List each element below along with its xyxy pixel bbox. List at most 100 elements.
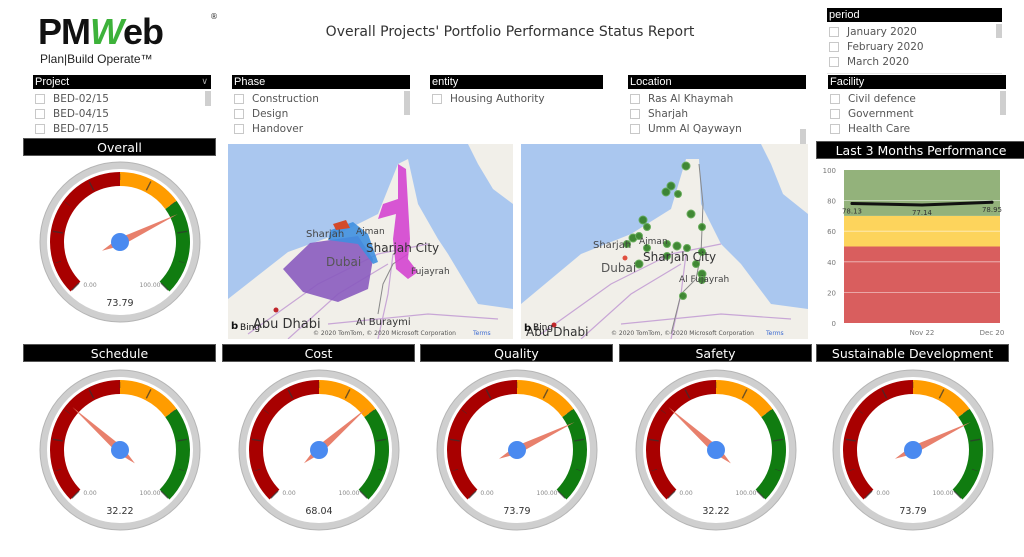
- project-marker[interactable]: [643, 223, 651, 231]
- slicer-item[interactable]: Health Care: [828, 121, 1006, 136]
- slicer-item[interactable]: Sharjah: [628, 106, 806, 121]
- project-marker[interactable]: [679, 292, 687, 300]
- slicer-item[interactable]: BED-02/15: [33, 91, 211, 106]
- scrollbar[interactable]: [404, 91, 410, 115]
- project-marker[interactable]: [661, 187, 671, 197]
- checkbox-icon[interactable]: [830, 123, 840, 134]
- slicer-item[interactable]: Handover: [232, 121, 410, 136]
- sustainable-header: Sustainable Development: [816, 344, 1009, 362]
- map-terms-link[interactable]: Terms: [765, 330, 784, 337]
- slicer-item[interactable]: February 2020: [827, 39, 1002, 54]
- scrollbar[interactable]: [205, 91, 211, 106]
- slicer-list: Housing Authority: [430, 89, 603, 106]
- slicer-item[interactable]: Housing Authority: [430, 91, 603, 106]
- checkbox-icon[interactable]: [35, 93, 45, 104]
- checkbox-icon[interactable]: [234, 123, 244, 134]
- checkbox-icon[interactable]: [630, 93, 640, 104]
- slicer-project: Project ∨ BED-02/15 BED-04/15 BED-07/15: [33, 75, 211, 136]
- performance-header: Last 3 Months Performance: [816, 141, 1024, 159]
- gauge-min-label: 0.00: [83, 282, 97, 289]
- gauge-value: 32.22: [106, 506, 133, 517]
- slicer-item-label: Sharjah: [648, 107, 689, 120]
- slicer-item[interactable]: Ras Al Khaymah: [628, 91, 806, 106]
- performance-chart: 0 20 40 60 80 100 Nov 22 Dec 20 78.13 77.14 78.95: [815, 160, 1024, 340]
- checkbox-icon[interactable]: [829, 26, 839, 37]
- bing-logo-icon: b: [524, 323, 531, 334]
- map-label: Sharjah City: [643, 250, 716, 264]
- scrollbar[interactable]: [1000, 91, 1006, 115]
- slicer-item[interactable]: Civil defence: [828, 91, 1006, 106]
- project-marker[interactable]: [634, 259, 644, 269]
- divider: [827, 73, 1002, 74]
- data-point[interactable]: [850, 201, 854, 205]
- map-label: Sharjah City: [366, 241, 439, 255]
- data-label: 77.14: [912, 209, 933, 217]
- slicer-header: period: [827, 8, 1002, 22]
- checkbox-icon[interactable]: [829, 56, 839, 67]
- slicer-item[interactable]: March 2020: [827, 54, 1002, 69]
- checkbox-icon[interactable]: [35, 108, 45, 119]
- slicer-item[interactable]: BED-04/15: [33, 106, 211, 121]
- y-tick-label: 0: [832, 320, 836, 328]
- gauge-schedule: 0.00 100.00 32.22: [20, 368, 220, 548]
- logo-wordmark: PMWeb: [38, 12, 164, 52]
- slicer-item[interactable]: Design: [232, 106, 410, 121]
- slicer-list: Construction Design Handover: [232, 89, 410, 136]
- checkbox-icon[interactable]: [829, 41, 839, 52]
- project-marker[interactable]: [686, 209, 696, 219]
- chevron-down-icon[interactable]: ∨: [201, 74, 208, 88]
- map-canvas[interactable]: Sharjah Ajman Sharjah City Dubai Al Fuja…: [521, 144, 808, 339]
- project-marker[interactable]: [698, 223, 706, 231]
- data-point[interactable]: [920, 203, 924, 207]
- gauge-max-label: 100.00: [736, 490, 757, 497]
- slicer-facility: Facility Civil defence Government Health…: [828, 75, 1006, 136]
- gauge-max-label: 100.00: [537, 490, 558, 497]
- map-canvas[interactable]: Sharjah Ajman Sharjah City Dubai Fujayra…: [228, 144, 513, 339]
- checkbox-icon[interactable]: [35, 123, 45, 134]
- slicer-header: Phase: [232, 75, 410, 89]
- slicer-item[interactable]: January 2020: [827, 24, 1002, 39]
- land-area: [761, 144, 808, 214]
- gauge-cost: 0.00 100.00 68.04: [219, 368, 419, 548]
- slicer-item[interactable]: BED-07/15: [33, 121, 211, 136]
- checkbox-icon[interactable]: [234, 108, 244, 119]
- map-terms-link[interactable]: Terms: [472, 330, 491, 337]
- slicer-list: Ras Al Khaymah Sharjah Umm Al Qaywayn: [628, 89, 806, 147]
- slicer-item-label: BED-04/15: [53, 107, 109, 120]
- gauge-sustainable: 0.00 100.00 73.79: [813, 368, 1013, 548]
- slicer-list: January 2020 February 2020 March 2020: [827, 22, 1002, 69]
- map-label: Al Buraymi: [356, 317, 411, 328]
- gauge-hub: [310, 441, 328, 459]
- checkbox-icon[interactable]: [830, 93, 840, 104]
- checkbox-icon[interactable]: [630, 108, 640, 119]
- slicer-list: Civil defence Government Health Care: [828, 89, 1006, 136]
- project-marker[interactable]: [681, 161, 691, 171]
- slicer-item[interactable]: Umm Al Qaywayn: [628, 121, 806, 136]
- map-project-points[interactable]: Sharjah Ajman Sharjah City Dubai Al Fuja…: [521, 144, 808, 339]
- x-tick-label: Dec 20: [980, 329, 1005, 337]
- gauge-safety: 0.00 100.00 32.22: [616, 368, 816, 548]
- slicer-item[interactable]: Construction: [232, 91, 410, 106]
- slicer-item-label: Design: [252, 107, 289, 120]
- checkbox-icon[interactable]: [630, 123, 640, 134]
- slicer-header: Location: [628, 75, 806, 89]
- gauge-svg: 0.00 100.00 73.79: [832, 369, 994, 531]
- checkbox-icon[interactable]: [234, 93, 244, 104]
- gauge-min-label: 0.00: [679, 490, 693, 497]
- checkbox-icon[interactable]: [830, 108, 840, 119]
- gauge-hub: [111, 441, 129, 459]
- scrollbar[interactable]: [996, 24, 1002, 38]
- performance-chart-svg: 0 20 40 60 80 100 Nov 22 Dec 20 78.13 77.14 78.95: [823, 167, 1005, 337]
- project-marker[interactable]: [674, 190, 682, 198]
- slicer-item[interactable]: Government: [828, 106, 1006, 121]
- slicer-phase: Phase Construction Design Handover: [232, 75, 410, 136]
- map-filled-regions[interactable]: Sharjah Ajman Sharjah City Dubai Fujayra…: [228, 144, 513, 339]
- gauge-svg: 0.00 100.00 73.79: [436, 369, 598, 531]
- map-copyright: © 2020 TomTom, © 2020 Microsoft Corporat…: [313, 330, 456, 337]
- project-marker[interactable]: [638, 215, 648, 225]
- gauge-value: 73.79: [106, 298, 133, 309]
- project-marker[interactable]: [672, 241, 682, 251]
- data-point[interactable]: [990, 200, 994, 204]
- map-label: Sharjah: [306, 229, 344, 240]
- checkbox-icon[interactable]: [432, 93, 442, 104]
